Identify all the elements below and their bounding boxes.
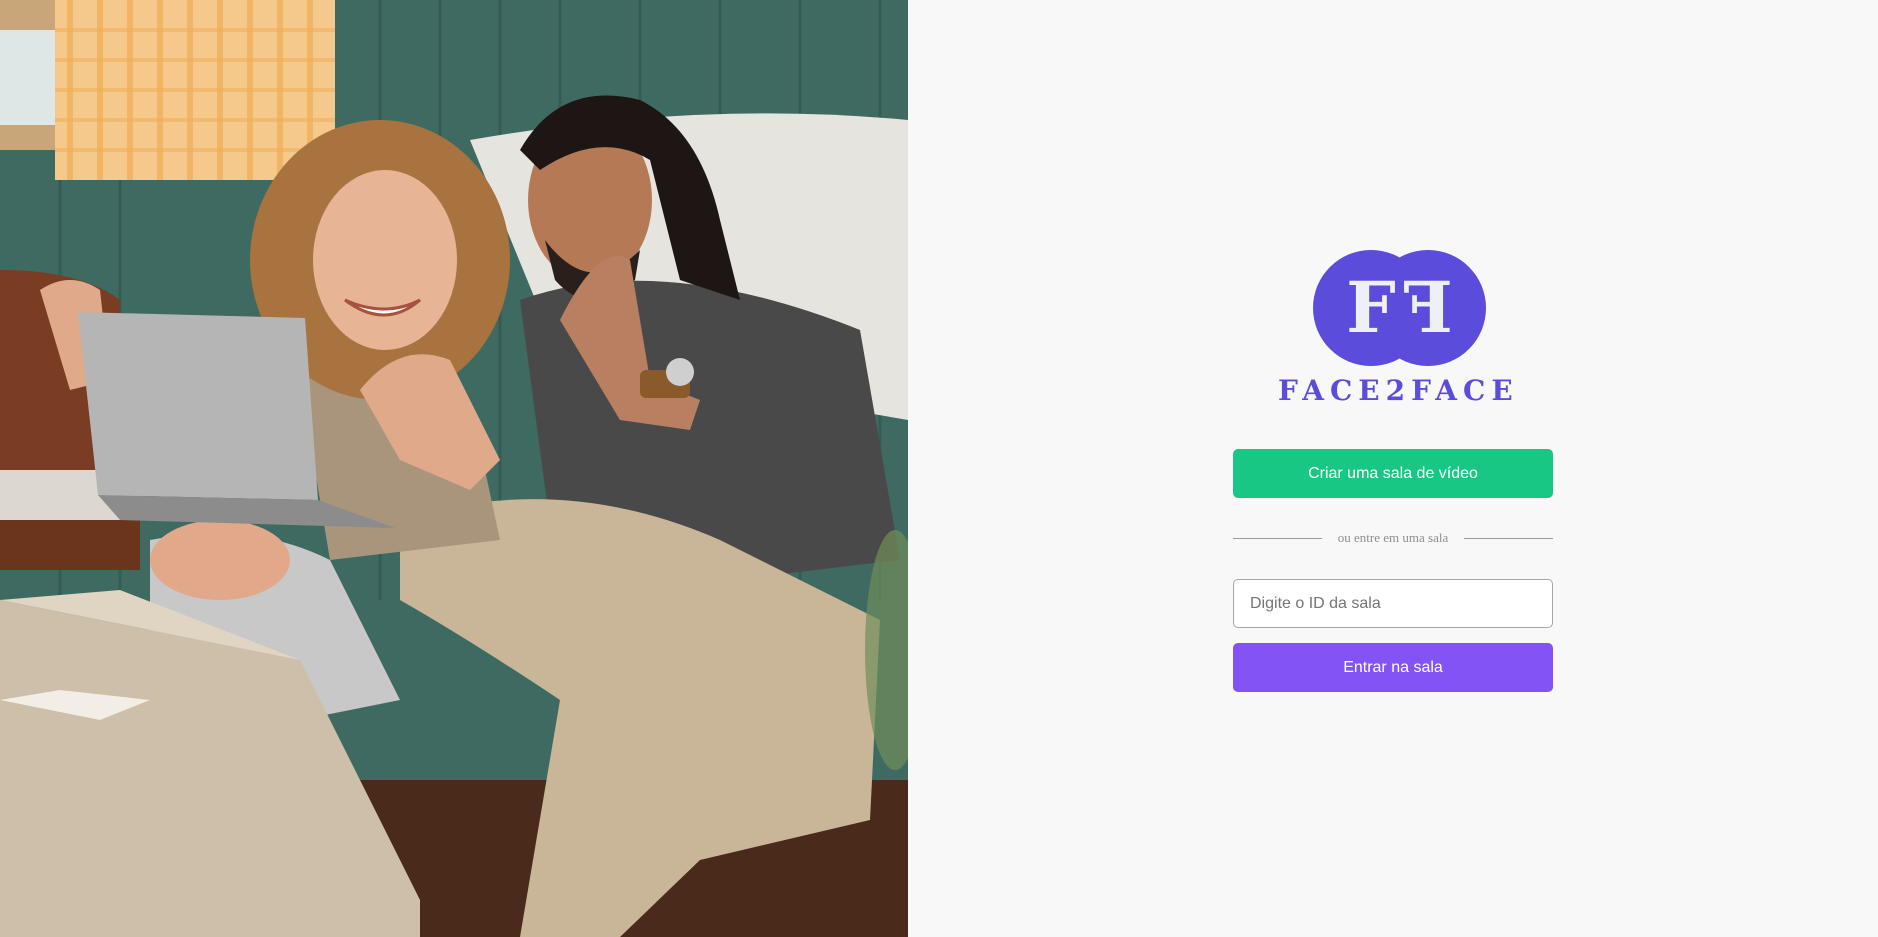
entry-panel: F F FACE2FACE Criar uma sala de vídeo ou… (908, 0, 1878, 937)
divider-line-right (1464, 537, 1553, 539)
hero-photo (0, 0, 908, 937)
room-id-input[interactable] (1233, 579, 1553, 628)
face2face-logo: F F FACE2FACE (1278, 248, 1518, 408)
login-page: F F FACE2FACE Criar uma sala de vídeo ou… (0, 0, 1878, 937)
divider-line-left (1233, 537, 1322, 539)
logo-monogram-right: F (1403, 266, 1453, 349)
divider-text: ou entre em uma sala (1337, 530, 1449, 545)
hero-illustration (0, 0, 908, 937)
enter-room-button[interactable]: Entrar na sala (1233, 643, 1553, 692)
or-divider: ou entre em uma sala (1233, 528, 1553, 548)
logo-wordmark: FACE2FACE (1278, 374, 1519, 407)
create-room-button[interactable]: Criar uma sala de vídeo (1233, 449, 1553, 498)
logo-monogram-left: F (1346, 266, 1396, 349)
